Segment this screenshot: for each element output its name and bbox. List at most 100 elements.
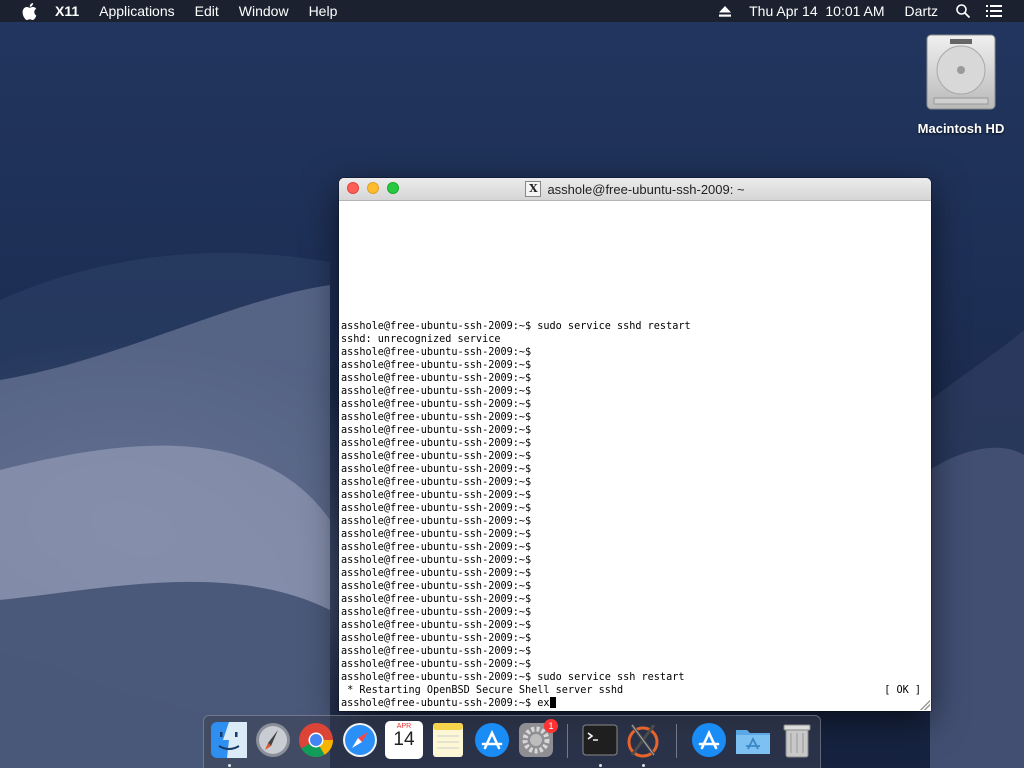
eject-icon[interactable] — [711, 5, 739, 17]
terminal-input[interactable]: asshole@free-ubuntu-ssh-2009:~$ ex — [341, 698, 550, 709]
dock: APR 14 1 — [203, 715, 821, 768]
terminal-line: asshole@free-ubuntu-ssh-2009:~$ — [341, 476, 927, 489]
menu-bar-right: Thu Apr 14 10:01 AM Dartz — [711, 0, 1010, 22]
terminal-line-text: asshole@free-ubuntu-ssh-2009:~$ — [341, 555, 532, 566]
terminal-line: asshole@free-ubuntu-ssh-2009:~$ — [341, 385, 927, 398]
hard-drive-icon — [926, 34, 996, 110]
menu-edit[interactable]: Edit — [185, 0, 229, 22]
terminal-line-text: asshole@free-ubuntu-ssh-2009:~$ — [341, 490, 532, 501]
terminal-line-text: asshole@free-ubuntu-ssh-2009:~$ — [341, 542, 532, 553]
menu-clock[interactable]: Thu Apr 14 10:01 AM — [739, 0, 894, 22]
app-store-icon[interactable] — [473, 721, 511, 759]
minimize-button[interactable] — [367, 182, 379, 194]
desktop-icon-label: Macintosh HD — [917, 121, 1005, 136]
terminal-line-text: asshole@free-ubuntu-ssh-2009:~$ sudo ser… — [341, 672, 685, 683]
dock-separator — [676, 724, 677, 758]
terminal-window[interactable]: X asshole@free-ubuntu-ssh-2009: ~ asshol… — [339, 178, 931, 711]
terminal-icon[interactable] — [581, 721, 619, 759]
terminal-line-text: asshole@free-ubuntu-ssh-2009:~$ — [341, 399, 532, 410]
safari-icon[interactable] — [341, 721, 379, 759]
terminal-line-text: asshole@free-ubuntu-ssh-2009:~$ — [341, 347, 532, 358]
terminal-line: asshole@free-ubuntu-ssh-2009:~$ — [341, 567, 927, 580]
desktop-icon-macintosh-hd[interactable]: Macintosh HD — [906, 32, 1016, 136]
menu-user[interactable]: Dartz — [895, 0, 948, 22]
terminal-line-text: asshole@free-ubuntu-ssh-2009:~$ — [341, 386, 532, 397]
terminal-line: asshole@free-ubuntu-ssh-2009:~$ — [341, 502, 927, 515]
terminal-line: asshole@free-ubuntu-ssh-2009:~$ — [341, 450, 927, 463]
terminal-line: asshole@free-ubuntu-ssh-2009:~$ — [341, 398, 927, 411]
close-button[interactable] — [347, 182, 359, 194]
terminal-line-text: asshole@free-ubuntu-ssh-2009:~$ — [341, 425, 532, 436]
menu-app-x11[interactable]: X11 — [45, 0, 89, 22]
terminal-line: asshole@free-ubuntu-ssh-2009:~$ sudo ser… — [341, 320, 927, 333]
terminal-line: asshole@free-ubuntu-ssh-2009:~$ — [341, 580, 927, 593]
terminal-line-text: asshole@free-ubuntu-ssh-2009:~$ — [341, 451, 532, 462]
terminal-line: asshole@free-ubuntu-ssh-2009:~$ — [341, 359, 927, 372]
x11-icon: X — [525, 181, 542, 197]
terminal-line: asshole@free-ubuntu-ssh-2009:~$ sudo ser… — [341, 671, 927, 684]
terminal-line: asshole@free-ubuntu-ssh-2009:~$ — [341, 489, 927, 502]
terminal-line-text: asshole@free-ubuntu-ssh-2009:~$ — [341, 373, 532, 384]
maximize-button[interactable] — [387, 182, 399, 194]
terminal-line: sshd: unrecognized service — [341, 333, 927, 346]
window-title-group: X asshole@free-ubuntu-ssh-2009: ~ — [525, 181, 745, 197]
resize-handle[interactable] — [920, 700, 930, 710]
terminal-line-text: asshole@free-ubuntu-ssh-2009:~$ — [341, 568, 532, 579]
terminal-line: asshole@free-ubuntu-ssh-2009:~$ — [341, 593, 927, 606]
terminal-line: asshole@free-ubuntu-ssh-2009:~$ — [341, 346, 927, 359]
terminal-line: asshole@free-ubuntu-ssh-2009:~$ — [341, 632, 927, 645]
terminal-line-text: asshole@free-ubuntu-ssh-2009:~$ — [341, 633, 532, 644]
terminal-line-text: asshole@free-ubuntu-ssh-2009:~$ — [341, 607, 532, 618]
window-titlebar[interactable]: X asshole@free-ubuntu-ssh-2009: ~ — [339, 178, 931, 201]
terminal-line: asshole@free-ubuntu-ssh-2009:~$ — [341, 372, 927, 385]
terminal-line-text: asshole@free-ubuntu-ssh-2009:~$ — [341, 581, 532, 592]
terminal-output[interactable]: asshole@free-ubuntu-ssh-2009:~$ sudo ser… — [340, 201, 931, 711]
chrome-icon[interactable] — [297, 721, 335, 759]
app-store-icon[interactable] — [690, 721, 728, 759]
finder-icon[interactable] — [210, 721, 248, 759]
terminal-line: asshole@free-ubuntu-ssh-2009:~$ — [341, 424, 927, 437]
running-indicator — [642, 764, 645, 767]
menu-window[interactable]: Window — [229, 0, 299, 22]
ok-status: [ OK ] — [884, 685, 921, 696]
apple-icon[interactable] — [14, 2, 45, 20]
terminal-line: * Restarting OpenBSD Secure Shell server… — [341, 684, 927, 697]
terminal-line-text: asshole@free-ubuntu-ssh-2009:~$ — [341, 438, 532, 449]
terminal-line-text: sshd: unrecognized service — [341, 334, 501, 345]
applications-folder-icon[interactable] — [734, 721, 772, 759]
terminal-line: asshole@free-ubuntu-ssh-2009:~$ — [341, 658, 927, 671]
launchpad-icon[interactable] — [254, 721, 292, 759]
terminal-line: asshole@free-ubuntu-ssh-2009:~$ — [341, 619, 927, 632]
running-indicator — [599, 764, 602, 767]
search-icon[interactable] — [948, 4, 978, 18]
terminal-line-text: asshole@free-ubuntu-ssh-2009:~$ — [341, 646, 532, 657]
list-icon[interactable] — [978, 5, 1010, 17]
terminal-line-text: asshole@free-ubuntu-ssh-2009:~$ — [341, 594, 532, 605]
menu-bar: X11 Applications Edit Window Help Thu Ap… — [0, 0, 1024, 22]
terminal-prompt-line[interactable]: asshole@free-ubuntu-ssh-2009:~$ ex — [341, 697, 927, 710]
menu-applications[interactable]: Applications — [89, 0, 185, 22]
x11-icon[interactable] — [624, 721, 662, 759]
terminal-line: asshole@free-ubuntu-ssh-2009:~$ — [341, 606, 927, 619]
terminal-line-text: asshole@free-ubuntu-ssh-2009:~$ — [341, 477, 532, 488]
calendar-icon[interactable]: APR 14 — [385, 721, 423, 759]
menu-help[interactable]: Help — [299, 0, 348, 22]
notes-icon[interactable] — [429, 721, 467, 759]
terminal-line: asshole@free-ubuntu-ssh-2009:~$ — [341, 528, 927, 541]
running-indicator — [228, 764, 231, 767]
terminal-line: asshole@free-ubuntu-ssh-2009:~$ — [341, 645, 927, 658]
terminal-line: asshole@free-ubuntu-ssh-2009:~$ — [341, 515, 927, 528]
menu-bar-left: X11 Applications Edit Window Help — [14, 0, 347, 22]
dock-separator — [567, 724, 568, 758]
calendar-day: 14 — [393, 729, 415, 750]
terminal-line-text: asshole@free-ubuntu-ssh-2009:~$ — [341, 659, 532, 670]
window-title: asshole@free-ubuntu-ssh-2009: ~ — [547, 181, 745, 197]
terminal-line-text: asshole@free-ubuntu-ssh-2009:~$ — [341, 529, 532, 540]
trash-icon[interactable] — [778, 721, 816, 759]
terminal-line-text: asshole@free-ubuntu-ssh-2009:~$ — [341, 516, 532, 527]
terminal-lines: asshole@free-ubuntu-ssh-2009:~$ sudo ser… — [341, 320, 927, 710]
terminal-line: asshole@free-ubuntu-ssh-2009:~$ — [341, 541, 927, 554]
terminal-line-text: asshole@free-ubuntu-ssh-2009:~$ sudo ser… — [341, 321, 691, 332]
terminal-line: asshole@free-ubuntu-ssh-2009:~$ — [341, 554, 927, 567]
terminal-line-text: asshole@free-ubuntu-ssh-2009:~$ — [341, 412, 532, 423]
